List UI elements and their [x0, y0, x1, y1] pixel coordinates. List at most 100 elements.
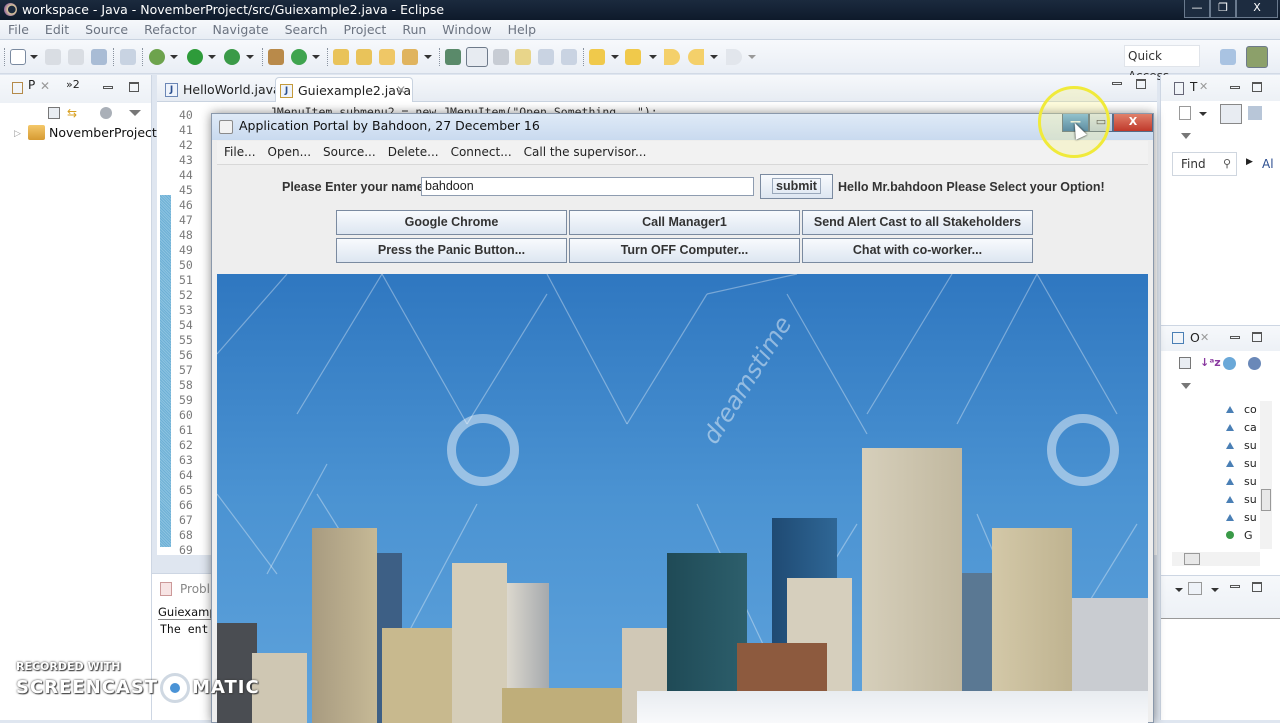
next-edit-icon[interactable] — [589, 49, 605, 65]
sort-icon[interactable]: ↓ᵃz — [1200, 356, 1221, 369]
submit-button[interactable]: submit — [760, 174, 833, 199]
run-icon[interactable] — [187, 49, 203, 65]
back-icon[interactable] — [688, 49, 704, 65]
call-manager-button[interactable]: Call Manager1 — [569, 210, 800, 235]
filter-icon[interactable] — [100, 107, 112, 119]
google-chrome-button[interactable]: Google Chrome — [336, 210, 567, 235]
new-dropdown-icon[interactable] — [30, 55, 38, 59]
run-dropdown-icon[interactable] — [208, 55, 216, 59]
new-java-project-icon[interactable] — [268, 49, 284, 65]
expand-icon[interactable]: ▶ — [1246, 157, 1253, 167]
pilcrow-icon[interactable] — [561, 49, 577, 65]
collapse-all-icon[interactable] — [48, 107, 60, 119]
outline-horizontal-scrollbar[interactable] — [1172, 552, 1260, 566]
maximize-editor-icon[interactable] — [1136, 79, 1146, 89]
quick-access-input[interactable]: Quick Access — [1124, 45, 1200, 83]
app-menu-source[interactable]: Source... — [317, 141, 382, 163]
send-alert-button[interactable]: Send Alert Cast to all Stakeholders — [802, 210, 1033, 235]
run-external-tool-icon[interactable] — [224, 49, 240, 65]
minimize-editor-icon[interactable] — [1112, 82, 1122, 85]
forward-icon[interactable] — [726, 49, 742, 65]
menu-run[interactable]: Run — [394, 20, 434, 40]
tab-problems[interactable]: Probl — [180, 582, 210, 596]
maximize-view-icon[interactable] — [129, 82, 139, 92]
minimize-view-icon[interactable] — [1230, 86, 1240, 89]
mark-occurrences-icon[interactable] — [466, 47, 488, 67]
menu-refactor[interactable]: Refactor — [136, 20, 204, 40]
external-tool-dropdown-icon[interactable] — [246, 55, 254, 59]
save-icon[interactable] — [45, 49, 61, 65]
open-folder-icon[interactable] — [379, 49, 395, 65]
close-button[interactable]: X — [1236, 0, 1278, 18]
restore-button[interactable]: ❐ — [1210, 0, 1236, 18]
outline-vertical-scrollbar[interactable] — [1260, 401, 1272, 549]
hide-fields-icon[interactable] — [1223, 357, 1236, 370]
forward-dropdown-icon[interactable] — [748, 55, 756, 59]
close-tab-icon[interactable]: ✕ — [40, 79, 50, 93]
problem-message[interactable]: The ent — [160, 622, 208, 636]
collapse-all-icon[interactable] — [1179, 357, 1191, 369]
outline-item[interactable]: G — [1226, 529, 1253, 542]
minimize-view-icon[interactable] — [1230, 585, 1240, 588]
app-menu-open[interactable]: Open... — [262, 141, 318, 163]
tab-outline[interactable]: O — [1190, 330, 1200, 345]
tab-task-list[interactable]: T — [1190, 80, 1197, 94]
link-with-editor-icon[interactable]: ⇆ — [67, 106, 77, 120]
scheduled-icon[interactable] — [1248, 106, 1262, 120]
new-task-icon[interactable] — [1179, 106, 1191, 120]
code-line[interactable]: JMenuItem submenu2 = new JMenuItem("Open… — [270, 105, 658, 113]
chat-coworker-button[interactable]: Chat with co-worker... — [802, 238, 1033, 263]
outline-item[interactable]: ca — [1226, 421, 1257, 434]
turn-off-computer-button[interactable]: Turn OFF Computer... — [569, 238, 800, 263]
maximize-view-icon[interactable] — [1252, 82, 1262, 92]
outline-item[interactable]: su — [1226, 493, 1257, 506]
tab-helloworld[interactable]: J HelloWorld.java — [161, 77, 281, 102]
minimize-view-icon[interactable] — [1230, 336, 1240, 339]
menu-file[interactable]: File — [0, 20, 37, 40]
menu-window[interactable]: Window — [434, 20, 499, 40]
hide-static-icon[interactable] — [1248, 357, 1261, 370]
outline-item[interactable]: su — [1226, 457, 1257, 470]
maximize-view-icon[interactable] — [1252, 582, 1262, 592]
close-tab-icon[interactable]: ✕ — [1199, 80, 1208, 93]
outline-item[interactable]: su — [1226, 511, 1257, 524]
outline-item[interactable]: co — [1226, 403, 1257, 416]
find-input[interactable]: Find ⚲ — [1172, 152, 1237, 176]
app-menu-call-supervisor[interactable]: Call the supervisor... — [518, 141, 653, 163]
save-all-icon[interactable] — [68, 49, 84, 65]
dropdown-icon[interactable] — [1175, 588, 1183, 592]
view-menu-icon[interactable] — [1181, 133, 1191, 139]
skip-breakpoints-icon[interactable] — [120, 49, 136, 65]
menu-source[interactable]: Source — [77, 20, 136, 40]
prev-edit-icon[interactable] — [625, 49, 641, 65]
next-edit-dropdown-icon[interactable] — [611, 55, 619, 59]
overflow-tabs[interactable]: »2 — [66, 78, 80, 91]
tab-guiexample2[interactable]: J Guiexample2.java ✕ — [275, 77, 413, 102]
problems-column-header[interactable]: Guiexamp — [158, 605, 218, 620]
app-menu-connect[interactable]: Connect... — [445, 141, 518, 163]
maximize-view-icon[interactable] — [1252, 332, 1262, 342]
debug-icon[interactable] — [149, 49, 165, 65]
categorize-icon[interactable] — [1220, 104, 1242, 124]
prev-edit-dropdown-icon[interactable] — [649, 55, 657, 59]
close-tab-icon[interactable]: ✕ — [396, 78, 406, 103]
name-input[interactable]: bahdoon — [421, 177, 754, 196]
close-tab-icon[interactable]: ✕ — [1200, 331, 1209, 344]
new-class-icon[interactable] — [291, 49, 307, 65]
new-task-dropdown-icon[interactable] — [1199, 112, 1207, 116]
app-title-bar[interactable]: Application Portal by Bahdoon, 27 Decemb… — [212, 114, 1153, 140]
block-selection-icon[interactable] — [493, 49, 509, 65]
app-close-button[interactable]: X — [1113, 114, 1153, 132]
scrollbar-thumb[interactable] — [1184, 553, 1200, 565]
view-menu-icon[interactable] — [129, 110, 141, 116]
minimize-view-icon[interactable] — [103, 86, 113, 89]
java-perspective-icon[interactable] — [1246, 46, 1268, 68]
tab-package-explorer[interactable]: P — [28, 78, 35, 92]
menu-navigate[interactable]: Navigate — [205, 20, 277, 40]
print-icon[interactable] — [91, 49, 107, 65]
dropdown-icon[interactable] — [1211, 588, 1219, 592]
outline-item[interactable]: su — [1226, 475, 1257, 488]
search-dropdown-icon[interactable] — [424, 55, 432, 59]
toggle-ant-icon[interactable] — [445, 49, 461, 65]
open-perspective-icon[interactable] — [1220, 49, 1236, 65]
